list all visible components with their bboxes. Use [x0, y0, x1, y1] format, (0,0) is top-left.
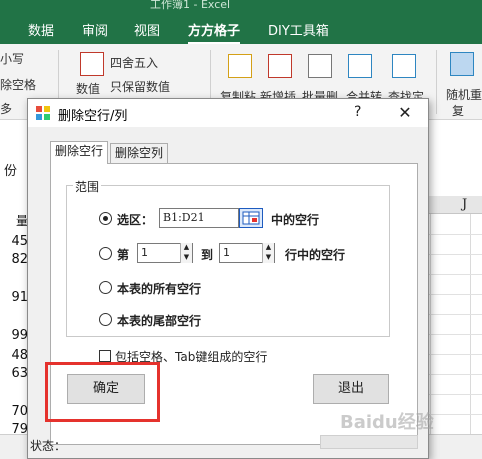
- column-header-j[interactable]: J: [462, 197, 467, 212]
- ribbon-tab-bar: 数据 审阅 视图 方方格子 DIY工具箱: [0, 14, 482, 45]
- include-spaces-label: 包括空格、Tab键组成的空行: [115, 350, 268, 364]
- tab-panel: 范围 选区： B1:D21 中的空行 第 1 ▲ ▼ 到 1 ▲ ▼ 行中的空行…: [50, 163, 418, 445]
- random-repeat-icon[interactable]: [450, 52, 474, 76]
- new-insert-icon[interactable]: [268, 54, 292, 78]
- all-empty-rows-label: 本表的所有空行: [117, 282, 202, 296]
- range-group: 范围 选区： B1:D21 中的空行 第 1 ▲ ▼ 到 1 ▲ ▼ 行中的空行…: [66, 178, 390, 337]
- watermark: Baidu经验: [340, 412, 434, 433]
- delete-empty-rows-dialog: 删除空行/列 ? ✕ 删除空行 删除空列 范围 选区： B1:D21 中的空行: [27, 98, 429, 459]
- spin-up-icon[interactable]: ▲: [182, 243, 191, 252]
- range-group-label: 范围: [73, 178, 102, 195]
- cell-value[interactable]: 82: [0, 252, 30, 267]
- cell-value[interactable]: 91: [0, 290, 30, 305]
- selection-suffix: 中的空行: [271, 213, 320, 227]
- range-picker-icon: [242, 211, 260, 225]
- find-icon[interactable]: [392, 54, 416, 78]
- close-icon[interactable]: ✕: [390, 102, 420, 124]
- cell-value[interactable]: 45: [0, 234, 30, 249]
- cell-value[interactable]: 48: [0, 348, 30, 363]
- tab-fangfang[interactable]: 方方格子: [188, 20, 241, 45]
- spin-up-icon[interactable]: ▲: [264, 243, 273, 252]
- row-to-spinner[interactable]: ▲ ▼: [262, 243, 274, 263]
- spin-down-icon[interactable]: ▼: [182, 253, 191, 262]
- tab-review[interactable]: 审阅: [82, 20, 108, 39]
- selection-label: 选区：: [117, 213, 154, 227]
- grid-line: [470, 214, 471, 434]
- ribbon-separator: [436, 50, 437, 114]
- ribbon-remove-spaces[interactable]: 除空格: [0, 76, 36, 93]
- dialog-progress-bar: [320, 435, 418, 449]
- range-picker-button[interactable]: [239, 208, 263, 228]
- ribbon-lowercase[interactable]: 小写: [0, 50, 24, 67]
- cell-value[interactable]: 70: [0, 404, 30, 419]
- row-to-label: 到: [201, 248, 214, 262]
- dialog-title: 删除空行/列: [58, 109, 128, 124]
- selection-range-input[interactable]: B1:D21: [159, 208, 239, 228]
- excel-title: 工作簿1 - Excel: [150, 0, 231, 11]
- radio-selection[interactable]: [99, 212, 112, 225]
- tab-delete-empty-rows[interactable]: 删除空行: [50, 141, 109, 164]
- ok-button[interactable]: 确定: [67, 374, 145, 404]
- ribbon-random-repeat-2[interactable]: 复: [452, 102, 464, 119]
- ribbon-random-repeat[interactable]: 随机重: [446, 86, 482, 103]
- ribbon-round[interactable]: 四舍五入: [110, 54, 158, 71]
- tab-data[interactable]: 数据: [28, 20, 54, 39]
- row-range-prefix: 第: [117, 248, 130, 262]
- include-spaces-checkbox[interactable]: [99, 350, 111, 362]
- ribbon-keep-values[interactable]: 只保留数值: [110, 78, 170, 95]
- excel-title-bar: 工作簿1 - Excel: [0, 0, 482, 14]
- radio-tail-empty-rows[interactable]: [99, 313, 112, 326]
- dialog-status-label: 状态：: [30, 439, 67, 453]
- exit-button[interactable]: 退出: [313, 374, 389, 404]
- row-from-spinner[interactable]: ▲ ▼: [180, 243, 192, 263]
- ribbon-more[interactable]: 多: [0, 100, 12, 117]
- merge-icon[interactable]: [348, 54, 372, 78]
- tab-diy-toolbox[interactable]: DIY工具箱: [268, 20, 329, 39]
- tab-view[interactable]: 视图: [134, 20, 160, 39]
- column-header-partial: 量: [15, 214, 28, 228]
- row-range-suffix: 行中的空行: [285, 248, 346, 262]
- batch-delete-icon[interactable]: [308, 54, 332, 78]
- tail-empty-rows-label: 本表的尾部空行: [117, 314, 202, 328]
- numeric-icon[interactable]: [80, 52, 104, 76]
- formula-partial: 份: [4, 164, 18, 179]
- help-button[interactable]: ?: [354, 104, 361, 120]
- cell-value[interactable]: 63: [0, 366, 30, 381]
- spin-down-icon[interactable]: ▼: [264, 253, 273, 262]
- radio-all-empty-rows[interactable]: [99, 281, 112, 294]
- copy-paste-icon[interactable]: [228, 54, 252, 78]
- dialog-titlebar[interactable]: 删除空行/列 ? ✕: [28, 99, 428, 127]
- grid-line: [430, 214, 431, 434]
- selected-column-strip: 量 45 82 91 99 48 63 70 79 74: [0, 196, 30, 457]
- cell-value[interactable]: 99: [0, 328, 30, 343]
- ribbon-numeric[interactable]: 数值: [76, 80, 100, 97]
- radio-row-range[interactable]: [99, 247, 112, 260]
- tab-delete-empty-cols[interactable]: 删除空列: [110, 143, 169, 163]
- app-icon: [36, 106, 50, 120]
